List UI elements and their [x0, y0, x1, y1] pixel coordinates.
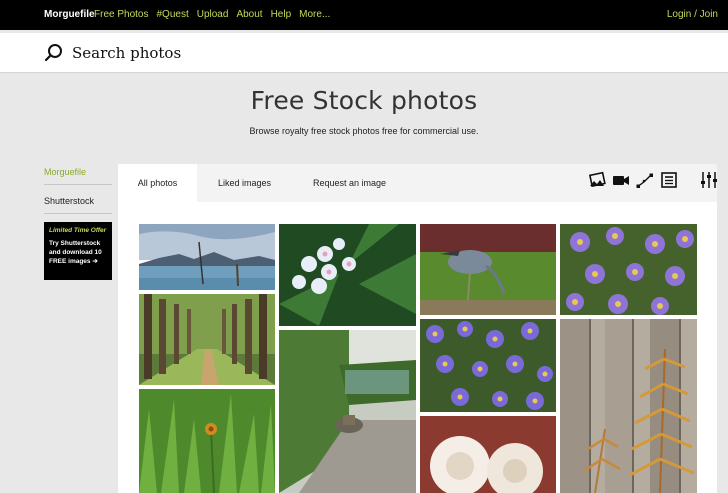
photo-heron[interactable]	[420, 224, 556, 315]
tab-liked-images[interactable]: Liked images	[218, 164, 271, 202]
search-bar	[0, 33, 728, 73]
login-link[interactable]: Login	[667, 9, 691, 20]
photo-tree-alley[interactable]	[139, 294, 275, 385]
tab-all-photos[interactable]: All photos	[118, 164, 197, 202]
photo-grass-flower[interactable]	[139, 389, 275, 493]
promo-banner[interactable]: Limited Time Offer Try Shutterstock and …	[44, 222, 112, 280]
filter-sliders-icon[interactable]	[699, 170, 719, 190]
photo-white-peony[interactable]	[420, 416, 556, 493]
nav-links: Free Photos #Quest Upload About Help Mor…	[94, 9, 330, 20]
nav-link-help[interactable]: Help	[271, 9, 292, 20]
nav-link-free-photos[interactable]: Free Photos	[94, 9, 148, 20]
page-title: Free Stock photos	[250, 86, 478, 115]
page-subtitle: Browse royalty free stock photos free fo…	[249, 126, 479, 136]
brand-logo[interactable]: Morguefile	[44, 9, 95, 20]
main-panel: All photos Liked images Request an image	[118, 164, 717, 493]
promo-text: Try Shutterstock and download 10 FREE im…	[49, 240, 102, 265]
nav-link-upload[interactable]: Upload	[197, 9, 229, 20]
nav-link-about[interactable]: About	[236, 9, 262, 20]
photo-fern-fence[interactable]	[560, 319, 697, 493]
join-link[interactable]: Join	[700, 9, 718, 20]
search-icon[interactable]	[44, 43, 64, 63]
top-nav: Morguefile Free Photos #Quest Upload Abo…	[0, 0, 728, 30]
auth-separator: /	[694, 9, 697, 20]
search-input[interactable]	[72, 39, 672, 67]
photo-aster-field[interactable]	[560, 224, 697, 315]
sidebar: Morguefile Shutterstock	[44, 164, 112, 222]
image-icon[interactable]	[587, 170, 607, 190]
sidebar-item-shutterstock[interactable]: Shutterstock	[44, 193, 112, 214]
promo-offer: Limited Time Offer	[49, 227, 107, 234]
photo-garden-path[interactable]	[279, 330, 416, 493]
nav-link-quest[interactable]: #Quest	[156, 9, 188, 20]
photo-purple-asters[interactable]	[420, 319, 556, 412]
photo-lake-mountain[interactable]	[139, 224, 275, 290]
photo-frangipani[interactable]	[279, 224, 416, 326]
editorial-icon[interactable]	[659, 170, 679, 190]
vector-icon[interactable]	[635, 170, 655, 190]
video-icon[interactable]	[611, 170, 631, 190]
nav-link-more[interactable]: More...	[299, 9, 330, 20]
auth-links: Login / Join	[667, 9, 718, 20]
sidebar-item-morguefile[interactable]: Morguefile	[44, 164, 112, 185]
tab-bar: All photos Liked images Request an image	[118, 164, 717, 202]
tab-request-image[interactable]: Request an image	[313, 164, 386, 202]
